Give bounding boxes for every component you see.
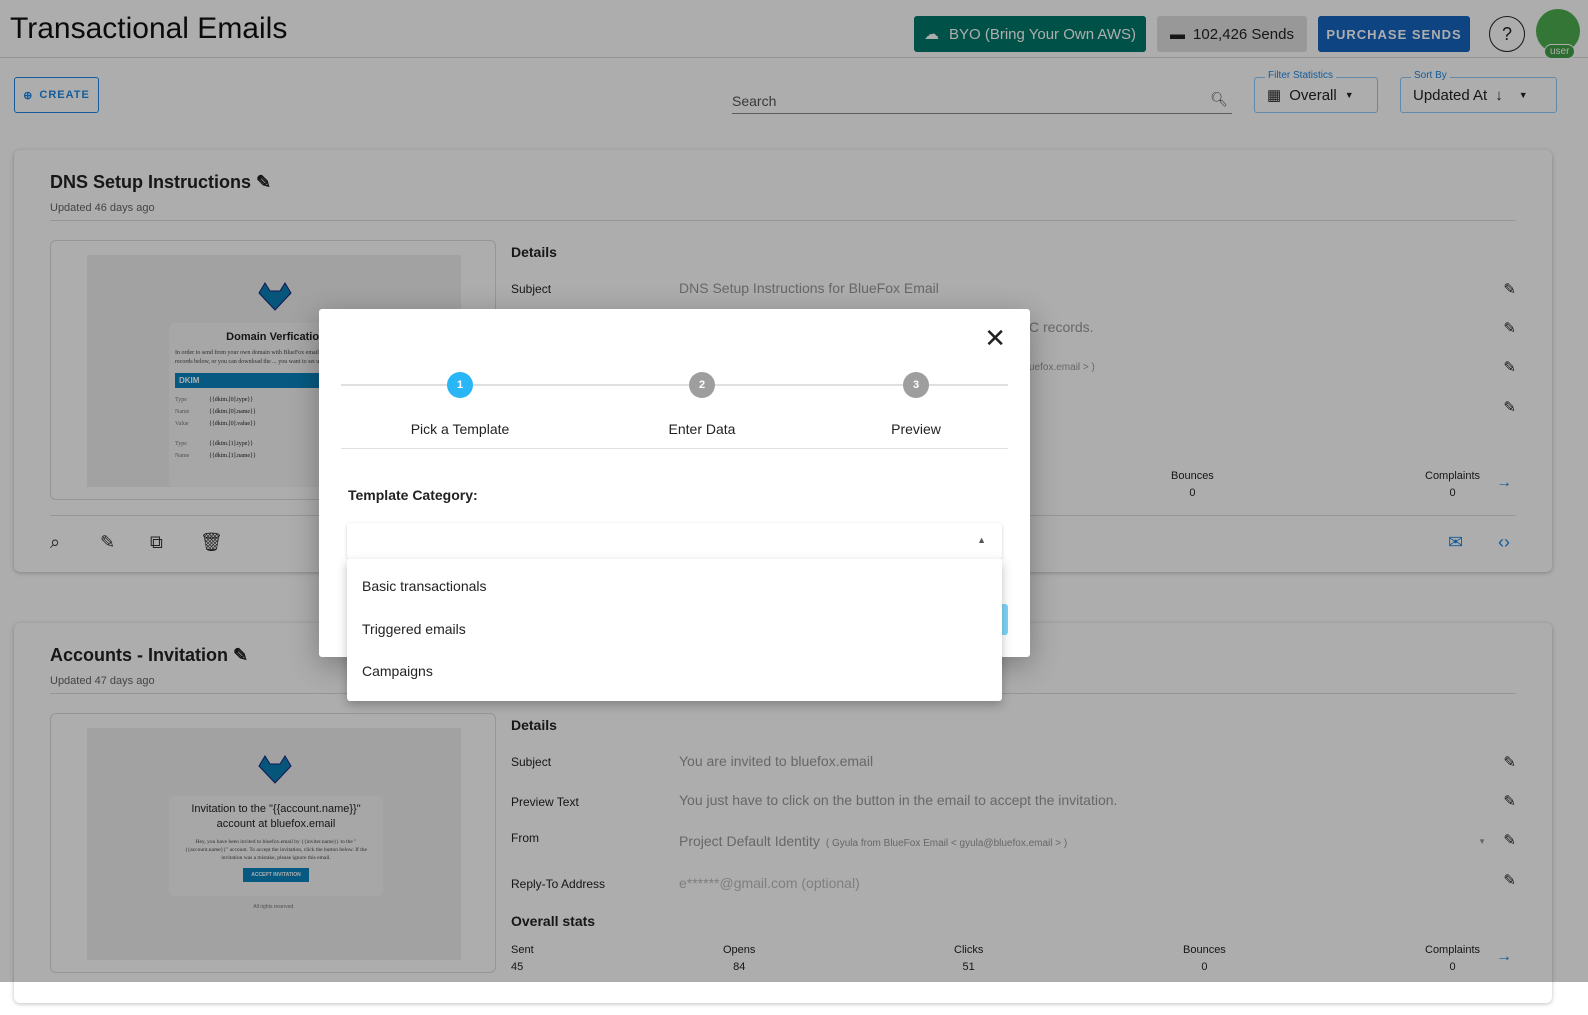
step-2-indicator: 2 <box>689 372 715 398</box>
option-triggered-emails[interactable]: Triggered emails <box>347 608 1002 651</box>
step-3-indicator: 3 <box>903 372 929 398</box>
step-1-label: Pick a Template <box>410 421 510 437</box>
close-icon[interactable]: ✕ <box>984 323 1006 354</box>
template-category-menu: Basic transactionals Triggered emails Ca… <box>347 559 1002 701</box>
template-category-select[interactable]: ▲ <box>347 523 1002 559</box>
template-category-label: Template Category: <box>348 487 478 503</box>
step-3-label: Preview <box>891 421 941 437</box>
caret-up-icon: ▲ <box>977 535 986 545</box>
step-2-label: Enter Data <box>668 421 736 437</box>
option-basic-transactionals[interactable]: Basic transactionals <box>347 565 1002 608</box>
option-campaigns[interactable]: Campaigns <box>347 650 1002 693</box>
step-1-indicator: 1 <box>447 372 473 398</box>
